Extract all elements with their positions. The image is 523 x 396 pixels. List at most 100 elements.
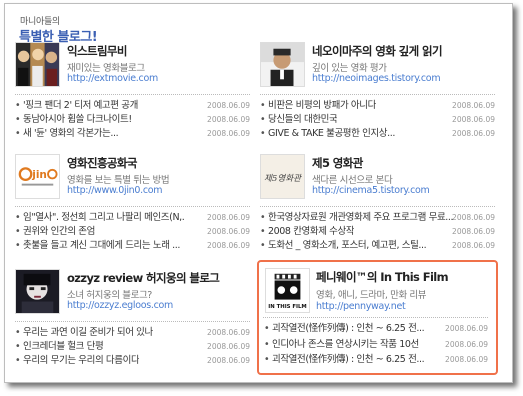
post-title[interactable]: 비판은 비평의 방패가 아니다 xyxy=(268,99,376,113)
post-title[interactable]: 인디아나 존스를 연상시키는 작품 10선 xyxy=(272,337,419,353)
post-date: 2008.06.09 xyxy=(207,328,250,337)
bullet: • xyxy=(260,128,266,139)
divider xyxy=(260,206,495,207)
blog-url-link[interactable]: http://www.0jin0.com xyxy=(67,185,163,196)
blog-url-link[interactable]: http://neoimages.tistory.com xyxy=(312,73,441,84)
blog-name[interactable]: 영화진흥공화국 xyxy=(67,155,137,171)
post-title[interactable]: 동남아시아 휩쓸 다크나이트! xyxy=(23,113,132,127)
divider xyxy=(263,317,488,318)
blog-url-link[interactable]: http://pennyway.net xyxy=(316,301,406,312)
cinema5-logo[interactable]: 제5영화관 xyxy=(260,154,305,199)
blog-url-link[interactable]: http://ozzyz.egloos.com xyxy=(67,300,173,311)
post-item[interactable]: • 우리의 무기는 우리의 다름이다 2008.06.09 xyxy=(15,354,250,368)
divider xyxy=(260,94,495,95)
post-title[interactable]: 권위와 인간의 존엄 xyxy=(23,225,95,239)
post-date: 2008.06.09 xyxy=(207,213,250,222)
blog-description: 색다른 시선으로 본다 xyxy=(312,175,393,186)
post-title[interactable]: 도화선 _ 영화소개, 포스터, 예고편, 스틸... xyxy=(268,239,426,253)
blog-card-pennyway-highlighted: IN THIS FILM 페니웨이™의 In This Film 영화, 애니,… xyxy=(257,260,498,375)
post-item[interactable]: • 새 '듄' 영화의 각본가는... 2008.06.09 xyxy=(15,127,250,141)
bullet: • xyxy=(15,226,21,237)
blog-card-ozzyz: ozzyz review 허지웅의 블로그 소녀 허지웅의 블로그? http:… xyxy=(15,269,250,377)
post-item[interactable]: • 우리는 과연 이길 준비가 되어 있나 2008.06.09 xyxy=(15,326,250,340)
post-item[interactable]: • 동남아시아 휩쓸 다크나이트! 2008.06.09 xyxy=(15,113,250,127)
post-item[interactable]: • 권위와 인간의 존엄 2008.06.09 xyxy=(15,225,250,239)
0jin0-logo[interactable]: jin xyxy=(15,154,60,199)
post-title[interactable]: GIVE & TAKE 불공평한 인지상... xyxy=(268,127,395,141)
face-photo-thumbnail[interactable] xyxy=(15,269,60,314)
post-title[interactable]: 임"열사". 정선희 그리고 나팔리 메인즈(N,. xyxy=(23,211,184,225)
post-date: 2008.06.09 xyxy=(207,101,250,110)
bullet: • xyxy=(15,240,21,251)
bullet: • xyxy=(15,128,21,139)
blog-description: 영화를 보는 특별 튀는 방법 xyxy=(67,175,170,186)
post-title[interactable]: 괴작열전(怪作列傳) : 인천 ~ 6.25 전... xyxy=(272,352,424,368)
in-this-film-logo[interactable]: IN THIS FILM xyxy=(265,268,310,313)
post-item[interactable]: • 당신들의 대한민국 2008.06.09 xyxy=(260,113,495,127)
bullet: • xyxy=(264,354,270,365)
blog-name[interactable]: 네오이마주의 영화 깊게 읽기 xyxy=(312,43,443,59)
bullet: • xyxy=(15,341,21,352)
post-list: • 우리는 과연 이길 준비가 되어 있나 2008.06.09 • 인크레더블 헐크… xyxy=(15,326,250,368)
movie-poster-thumbnail[interactable] xyxy=(15,42,60,87)
blog-url-link[interactable]: http://extmovie.com xyxy=(67,73,158,84)
post-title[interactable]: 2008 칸영화제 수상작 xyxy=(268,225,354,239)
bullet: • xyxy=(264,323,270,334)
blog-card-0jin0: jin 영화진흥공화국 영화를 보는 특별 튀는 방법 http://www.0… xyxy=(15,154,250,262)
bullet: • xyxy=(15,212,21,223)
blog-name[interactable]: ozzyz review 허지웅의 블로그 xyxy=(67,270,220,286)
post-date: 2008.06.09 xyxy=(207,115,250,124)
post-date: 2008.06.09 xyxy=(207,356,250,365)
post-date: 2008.06.09 xyxy=(207,241,250,250)
post-title[interactable]: 우리는 과연 이길 준비가 되어 있나 xyxy=(23,326,153,340)
post-list: • '핑크 팬더 2' 티저 예고편 공개 2008.06.09 • 동남아시아 휩쓸… xyxy=(15,99,250,141)
post-date: 2008.06.09 xyxy=(207,129,250,138)
post-list: • 비판은 비평의 방패가 아니다 2008.06.09 • 당신들의 대한민국 200… xyxy=(260,99,495,141)
blog-card-neoimages: 네오이마주의 영화 깊게 읽기 깊이 있는 영화 평가 http://neoim… xyxy=(260,42,495,150)
post-title[interactable]: '핑크 팬더 2' 티저 예고편 공개 xyxy=(23,99,138,113)
blog-name[interactable]: 익스트림무비 xyxy=(67,43,127,59)
post-item[interactable]: • 비판은 비평의 방패가 아니다 2008.06.09 xyxy=(260,99,495,113)
post-title[interactable]: 한국영상자료원 개관영화제 주요 프로그램 무료... xyxy=(268,211,453,225)
post-item[interactable]: • 인크레더블 헐크 단평 2008.06.09 xyxy=(15,340,250,354)
post-item[interactable]: • GIVE & TAKE 불공평한 인지상... 2008.06.09 xyxy=(260,127,495,141)
post-item[interactable]: • 촛불을 들고 계신 그대에게 드리는 노래 ... 2008.06.09 xyxy=(15,239,250,253)
blog-description: 영화, 애니, 드라마, 만화 리뷰 xyxy=(316,290,427,301)
post-title[interactable]: 우리의 무기는 우리의 다름이다 xyxy=(23,354,139,368)
post-date: 2008.06.09 xyxy=(452,241,495,250)
post-item[interactable]: • 괴작열전(怪作列傳) : 인천 ~ 6.25 전... 2008.06.09 xyxy=(264,352,488,368)
blog-card-cinema5: 제5영화관 제5 영화관 색다른 시선으로 본다 http://cinema5.… xyxy=(260,154,495,262)
divider xyxy=(15,206,250,207)
post-item[interactable]: • 2008 칸영화제 수상작 2008.06.09 xyxy=(260,225,495,239)
post-item[interactable]: • 도화선 _ 영화소개, 포스터, 예고편, 스틸... 2008.06.09 xyxy=(260,239,495,253)
post-title[interactable]: 인크레더블 헐크 단평 xyxy=(23,340,103,354)
post-list: • 괴작열전(怪作列傳) : 인천 ~ 6.25 전... 2008.06.09 •… xyxy=(264,321,488,368)
post-title[interactable]: 당신들의 대한민국 xyxy=(268,113,337,127)
bullet: • xyxy=(15,327,21,338)
post-item[interactable]: • 인디아나 존스를 연상시키는 작품 10선 2008.06.09 xyxy=(264,337,488,353)
post-item[interactable]: • 괴작열전(怪作列傳) : 인천 ~ 6.25 전... 2008.06.09 xyxy=(264,321,488,337)
blog-description: 재미있는 영화블로그 xyxy=(67,63,145,74)
blog-name[interactable]: 페니웨이™의 In This Film xyxy=(316,269,449,285)
post-date: 2008.06.09 xyxy=(207,227,250,236)
portrait-thumbnail[interactable] xyxy=(260,42,305,87)
bullet: • xyxy=(15,114,21,125)
post-title[interactable]: 새 '듄' 영화의 각본가는... xyxy=(23,127,118,141)
divider xyxy=(15,94,250,95)
post-list: • 임"열사". 정선희 그리고 나팔리 메인즈(N,. 2008.06.09 • 권… xyxy=(15,211,250,253)
post-date: 2008.06.09 xyxy=(452,129,495,138)
bullet: • xyxy=(260,240,266,251)
post-date: 2008.06.09 xyxy=(445,355,488,364)
blog-name[interactable]: 제5 영화관 xyxy=(312,155,363,171)
blog-url-link[interactable]: http://cinema5.tistory.com xyxy=(312,185,430,196)
post-item[interactable]: • 임"열사". 정선희 그리고 나팔리 메인즈(N,. 2008.06.09 xyxy=(15,211,250,225)
bullet: • xyxy=(264,338,270,350)
post-title[interactable]: 괴작열전(怪作列傳) : 인천 ~ 6.25 전... xyxy=(272,321,424,337)
post-list: • 한국영상자료원 개관영화제 주요 프로그램 무료... 2008.06.09 •… xyxy=(260,211,495,253)
post-date: 2008.06.09 xyxy=(452,227,495,236)
post-title[interactable]: 촛불을 들고 계신 그대에게 드리는 노래 ... xyxy=(23,239,180,253)
post-item[interactable]: • '핑크 팬더 2' 티저 예고편 공개 2008.06.09 xyxy=(15,99,250,113)
blog-description: 소녀 허지웅의 블로그? xyxy=(67,290,152,301)
post-date: 2008.06.09 xyxy=(452,115,495,124)
post-item[interactable]: • 한국영상자료원 개관영화제 주요 프로그램 무료... 2008.06.09 xyxy=(260,211,495,225)
